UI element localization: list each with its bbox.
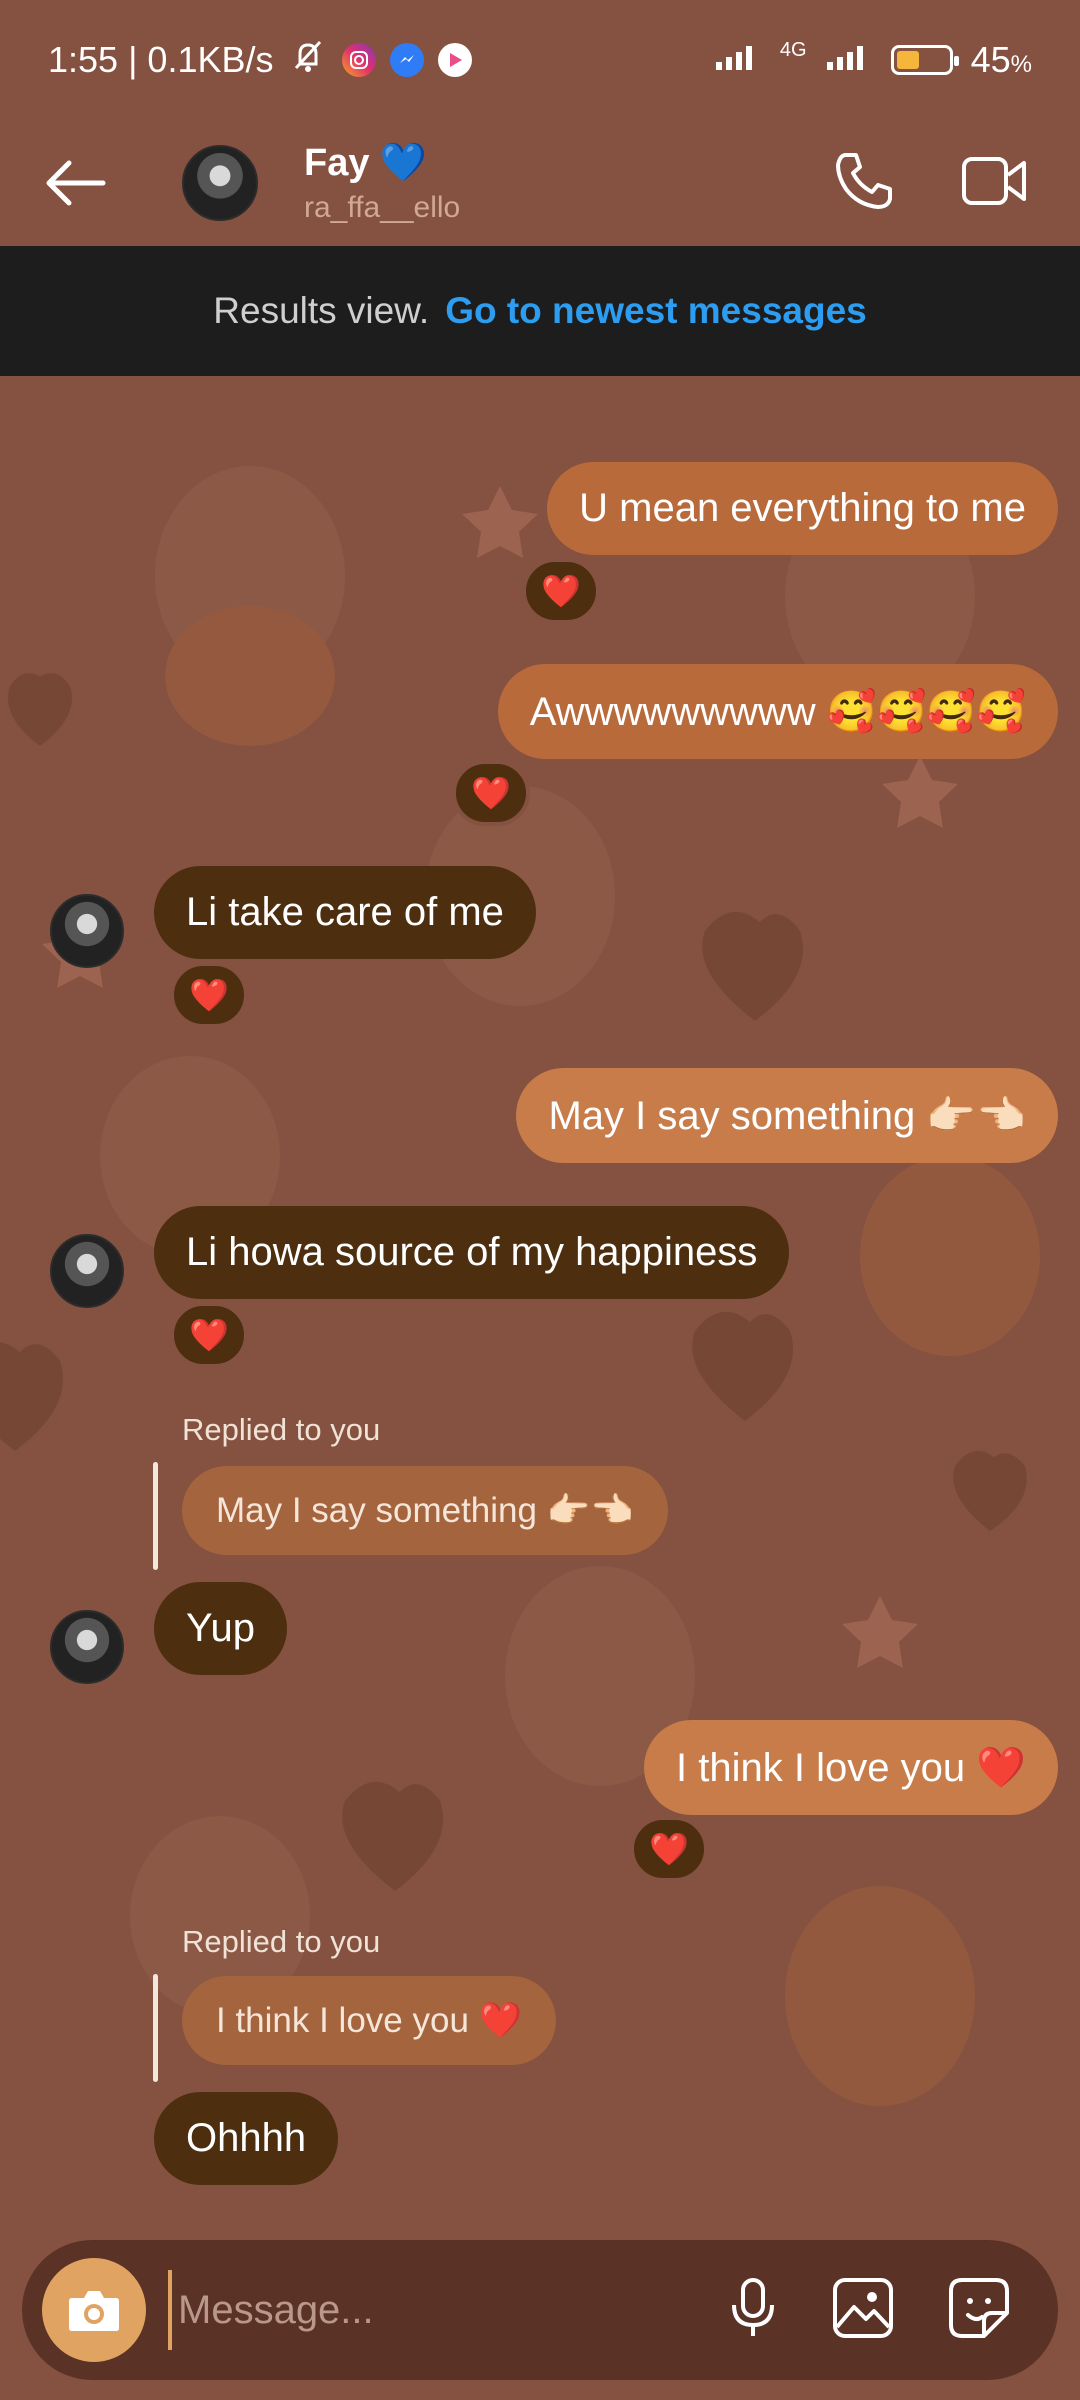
back-arrow-icon xyxy=(46,160,106,206)
battery-icon xyxy=(890,45,959,75)
status-time: 1:55 | 0.1KB/s xyxy=(48,39,274,80)
message-text: Li take care of me xyxy=(154,866,536,959)
sticker-icon xyxy=(949,2277,1009,2338)
heart-reaction[interactable]: ❤️ xyxy=(452,760,530,826)
heart-reaction[interactable]: ❤️ xyxy=(170,1302,248,1368)
messenger-icon xyxy=(389,43,424,77)
signal-icon-2 xyxy=(825,39,873,81)
results-view-banner: Results view. Go to newest messages xyxy=(0,246,1080,376)
avatar[interactable] xyxy=(182,145,258,221)
message-text: Yup xyxy=(154,1582,287,1675)
voice-message-button[interactable] xyxy=(728,2277,778,2344)
message-composer xyxy=(22,2240,1058,2380)
message-incoming[interactable]: Li howa source of my happiness xyxy=(154,1206,790,1299)
blue-heart-icon: 💙 xyxy=(379,142,427,184)
instagram-icon xyxy=(341,43,376,77)
status-bar: 1:55 | 0.1KB/s 4G 45% xyxy=(0,0,1080,120)
avatar[interactable] xyxy=(50,1234,124,1308)
message-outgoing[interactable]: I think I love you ❤️ xyxy=(644,1720,1058,1815)
message-text: U mean everything to me xyxy=(547,462,1058,555)
heart-reaction[interactable]: ❤️ xyxy=(522,558,600,624)
message-incoming[interactable]: Ohhhh xyxy=(154,2092,339,2185)
message-text: I think I love you ❤️ xyxy=(644,1720,1058,1815)
contact-info[interactable]: Fay 💙 ra_ffa__ello xyxy=(304,141,460,225)
reply-text: May I say something 👉🏻👈🏻 xyxy=(182,1466,668,1555)
play-icon xyxy=(437,43,472,77)
reply-label: Replied to you xyxy=(182,1412,381,1447)
microphone-icon xyxy=(732,2277,774,2336)
message-outgoing[interactable]: Awwwwwwwww 🥰🥰🥰🥰 xyxy=(497,664,1058,759)
voice-call-button[interactable] xyxy=(832,149,896,218)
signal-icon xyxy=(714,39,762,81)
heart-reaction[interactable]: ❤️ xyxy=(170,962,248,1028)
reply-line xyxy=(153,1974,158,2082)
gallery-icon xyxy=(833,2277,893,2338)
message-incoming[interactable]: Li take care of me xyxy=(154,866,536,959)
results-view-label: Results view. xyxy=(213,290,430,331)
contact-name: Fay xyxy=(304,141,370,184)
video-call-button[interactable] xyxy=(960,151,1030,216)
reply-label: Replied to you xyxy=(182,1924,381,1959)
sticker-button[interactable] xyxy=(948,2277,1010,2344)
replied-message-preview[interactable]: May I say something 👉🏻👈🏻 xyxy=(182,1466,668,1555)
reply-line xyxy=(153,1462,158,1570)
avatar[interactable] xyxy=(50,1610,124,1684)
battery-percent: 45% xyxy=(970,39,1032,80)
message-text: Ohhhh xyxy=(154,2092,339,2185)
go-to-newest-link[interactable]: Go to newest messages xyxy=(445,290,867,332)
reply-text: I think I love you ❤️ xyxy=(182,1976,557,2065)
gallery-button[interactable] xyxy=(832,2277,894,2344)
network-type: 4G xyxy=(779,38,807,61)
contact-username: ra_ffa__ello xyxy=(304,191,461,224)
message-input[interactable] xyxy=(168,2270,728,2350)
message-outgoing[interactable]: May I say something 👉🏻👈🏻 xyxy=(516,1068,1058,1163)
message-list[interactable]: U mean everything to me ❤️ Awwwwwwwww 🥰🥰… xyxy=(0,376,1080,2236)
message-text: Awwwwwwwww 🥰🥰🥰🥰 xyxy=(497,664,1058,759)
replied-message-preview[interactable]: I think I love you ❤️ xyxy=(182,1976,557,2065)
chat-wallpaper xyxy=(0,466,1040,2106)
video-icon xyxy=(962,156,1026,205)
camera-button[interactable] xyxy=(42,2258,146,2362)
message-outgoing[interactable]: U mean everything to me xyxy=(547,462,1058,555)
phone-icon xyxy=(836,152,892,209)
message-text: Li howa source of my happiness xyxy=(154,1206,790,1299)
camera-icon xyxy=(69,2291,119,2331)
mute-icon xyxy=(288,36,328,85)
back-button[interactable] xyxy=(40,148,110,218)
message-incoming[interactable]: Yup xyxy=(154,1582,287,1675)
heart-reaction[interactable]: ❤️ xyxy=(630,1816,708,1882)
avatar[interactable] xyxy=(50,894,124,968)
chat-header: Fay 💙 ra_ffa__ello xyxy=(0,120,1080,246)
message-text: May I say something 👉🏻👈🏻 xyxy=(516,1068,1058,1163)
